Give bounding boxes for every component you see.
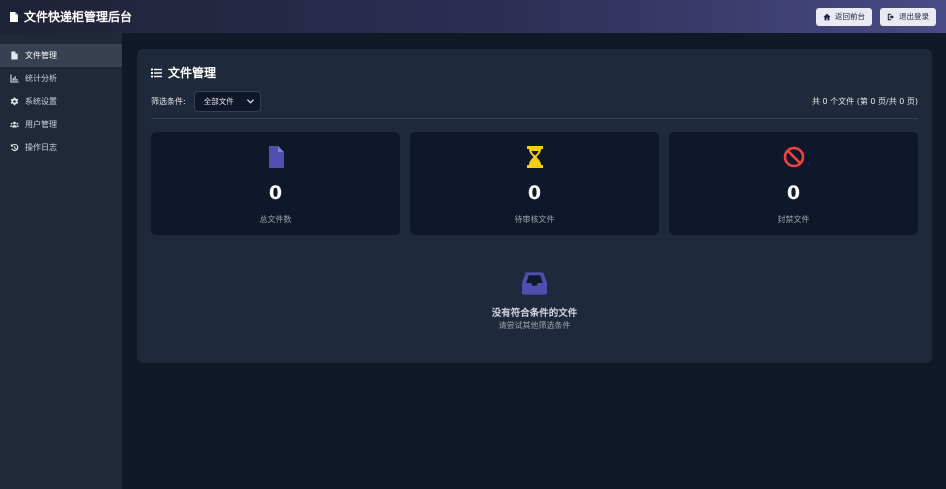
back-button-label: 返回前台 xyxy=(835,12,865,21)
stat-value: 0 xyxy=(786,182,801,204)
stat-value: 0 xyxy=(268,182,283,204)
stat-card-total-files: 0 总文件数 xyxy=(151,132,400,235)
sidebar-item-label: 用户管理 xyxy=(25,120,57,129)
file-filter-value: 全部文件 xyxy=(203,96,234,106)
users-icon xyxy=(10,121,19,128)
stat-label: 待审核文件 xyxy=(514,215,555,224)
file-icon xyxy=(268,146,284,168)
history-icon xyxy=(10,143,19,152)
stat-card-pending-files: 0 待审核文件 xyxy=(410,132,659,235)
file-icon xyxy=(10,11,18,22)
stat-card-banned-files: 0 封禁文件 xyxy=(669,132,918,235)
empty-state-subtitle: 请尝试其他筛选条件 xyxy=(498,321,571,330)
ban-icon xyxy=(783,146,804,168)
brand[interactable]: 文件快递柜管理后台 xyxy=(10,8,132,25)
sidebar: 文件管理 统计分析 系统设置 用户管理 操作日志 xyxy=(0,33,122,489)
panel-title: 文件管理 xyxy=(151,64,216,81)
file-filter-select[interactable]: 全部文件 xyxy=(193,90,261,112)
top-navbar: 文件快递柜管理后台 返回前台 退出登录 xyxy=(0,0,946,33)
stat-label: 总文件数 xyxy=(259,215,292,224)
file-icon xyxy=(11,51,18,60)
list-icon xyxy=(151,68,162,77)
sidebar-item-settings[interactable]: 系统设置 xyxy=(0,90,122,113)
logout-button[interactable]: 退出登录 xyxy=(880,7,936,26)
panel-title-text: 文件管理 xyxy=(168,66,217,80)
sidebar-item-label: 系统设置 xyxy=(25,97,57,106)
logout-icon xyxy=(887,13,895,20)
home-icon xyxy=(823,13,831,20)
stat-label: 封禁文件 xyxy=(777,215,810,224)
gear-icon xyxy=(10,97,19,106)
sidebar-item-label: 操作日志 xyxy=(25,143,57,152)
logout-button-label: 退出登录 xyxy=(899,12,929,21)
sidebar-item-statistics[interactable]: 统计分析 xyxy=(0,67,122,90)
sidebar-item-label: 统计分析 xyxy=(25,74,57,83)
sidebar-item-operation-log[interactable]: 操作日志 xyxy=(0,136,122,159)
filter-row: 筛选条件: 全部文件 共 0 个文件 (第 0 页/共 0 页) xyxy=(151,90,918,112)
chart-icon xyxy=(10,74,19,83)
sidebar-item-file-management[interactable]: 文件管理 xyxy=(0,44,122,67)
filter-label: 筛选条件: xyxy=(151,96,186,106)
stat-value: 0 xyxy=(527,182,542,204)
sidebar-item-label: 文件管理 xyxy=(25,51,57,60)
file-count-text: 共 0 个文件 (第 0 页/共 0 页) xyxy=(811,96,918,106)
divider xyxy=(151,118,918,119)
sidebar-item-users[interactable]: 用户管理 xyxy=(0,113,122,136)
empty-state: 没有符合条件的文件 请尝试其他筛选条件 xyxy=(137,271,932,331)
hourglass-icon xyxy=(526,146,543,168)
empty-state-title: 没有符合条件的文件 xyxy=(491,308,578,319)
app-title: 文件快递柜管理后台 xyxy=(24,10,133,24)
back-to-frontend-button[interactable]: 返回前台 xyxy=(816,7,872,26)
inbox-icon xyxy=(521,272,548,295)
chevron-down-icon xyxy=(246,97,254,106)
file-management-panel: 文件管理 筛选条件: 全部文件 共 0 个文件 (第 0 页/共 0 页) 0 … xyxy=(137,49,932,363)
